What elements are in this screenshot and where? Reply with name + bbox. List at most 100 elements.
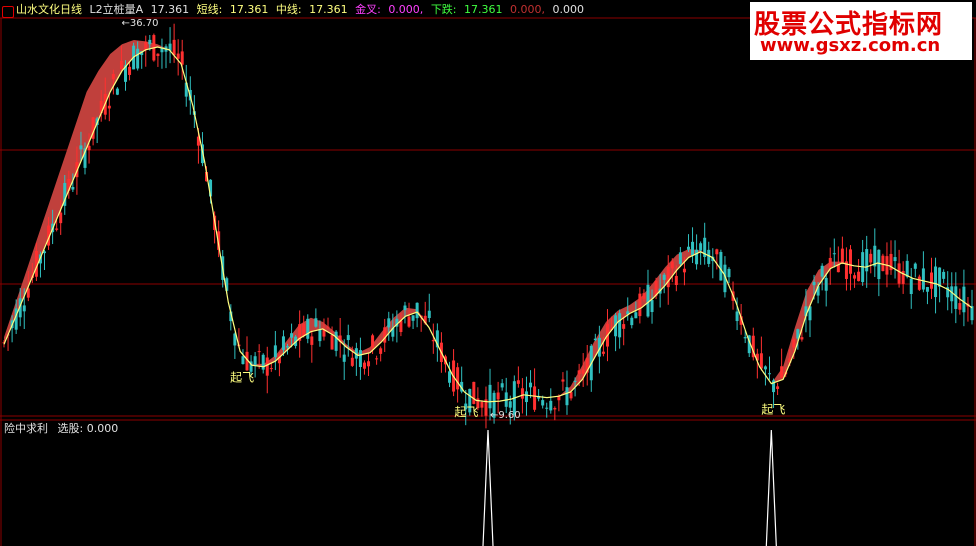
golden-cross-label: 金叉:: [355, 3, 381, 16]
candle-body: [529, 382, 533, 388]
candle-body: [269, 368, 273, 370]
candle-body: [767, 373, 771, 375]
candle-body: [160, 48, 164, 53]
candle-body: [553, 408, 557, 410]
candle-body: [824, 277, 828, 291]
candle-body: [869, 253, 873, 263]
candle-body: [569, 392, 573, 399]
select-signal-spike: [482, 429, 494, 546]
candle-body: [573, 380, 577, 383]
candle-body: [735, 311, 739, 322]
candle-body: [865, 249, 869, 272]
candle-body: [917, 276, 921, 290]
candle-body: [670, 261, 674, 269]
candle-body: [759, 353, 763, 369]
candle-body: [427, 310, 431, 319]
candle-body: [897, 263, 901, 284]
short-line-value: 17.361: [229, 3, 269, 16]
candle-body: [727, 268, 731, 278]
candle-body: [456, 367, 460, 390]
candle-body: [686, 246, 690, 250]
candle-body: [358, 350, 362, 367]
candle-body: [533, 386, 537, 410]
candle-body: [929, 272, 933, 289]
mid-trend-line: [3, 46, 973, 403]
candle-body: [634, 312, 638, 319]
candle-body: [314, 318, 318, 327]
candle-body: [411, 315, 415, 321]
candle-body: [500, 383, 504, 388]
candle-body: [642, 293, 646, 299]
high-price-label: ←36.70: [121, 18, 158, 29]
candle-body: [682, 268, 686, 273]
candle-body: [707, 249, 711, 264]
low-price-label: ←9.60: [490, 410, 521, 421]
candle-body: [913, 263, 917, 269]
settings-icon[interactable]: [2, 6, 14, 18]
candle-body: [128, 66, 132, 75]
candle-body: [334, 331, 338, 351]
candle-body: [678, 252, 682, 264]
candle-body: [176, 53, 180, 59]
candle-body: [257, 351, 261, 353]
candle-body: [253, 356, 257, 366]
candle-body: [593, 338, 597, 341]
candle-body: [261, 354, 265, 370]
candle-body: [541, 400, 545, 406]
mid-line-label: 中线:: [275, 3, 302, 16]
candle-body: [318, 329, 322, 342]
fall-value: 17.361: [464, 3, 503, 16]
golden-cross-value: 0.000,: [388, 3, 424, 16]
candle-body: [79, 145, 83, 150]
candle-body: [326, 326, 330, 328]
candle-body: [330, 334, 334, 350]
candle-body: [379, 348, 383, 354]
candle-body: [302, 323, 306, 336]
candle-body: [286, 346, 290, 348]
candle-body: [743, 337, 747, 339]
candle-body: [699, 243, 703, 251]
candle-body: [407, 316, 411, 327]
candle-body: [71, 186, 75, 190]
candle-body: [577, 370, 581, 375]
candle-body: [674, 275, 678, 286]
candle-body: [828, 257, 832, 268]
candle-body: [480, 401, 484, 408]
candle-body: [367, 361, 371, 367]
select-signal-spike: [765, 429, 777, 546]
candle-body: [618, 313, 622, 338]
candle-body: [934, 266, 938, 298]
candle-body: [172, 39, 176, 56]
candle-body: [646, 284, 650, 317]
candle-body: [938, 267, 942, 287]
short-line-label: 短线:: [196, 3, 223, 16]
candle-body: [545, 407, 549, 409]
watermark-logo: 股票公式指标网 www.gsxz.com.cn: [750, 2, 972, 60]
candle-body: [954, 286, 958, 309]
candle-body: [403, 305, 407, 311]
candle-body: [496, 392, 500, 400]
candle-body: [375, 358, 379, 360]
candle-body: [581, 369, 585, 374]
candle-body: [516, 380, 520, 384]
candle-body: [561, 379, 565, 382]
candle-body: [508, 401, 512, 408]
candle-body: [156, 53, 160, 57]
candle-body: [148, 39, 152, 45]
candle-body: [812, 281, 816, 286]
candle-body: [638, 293, 642, 317]
candle-body: [853, 275, 857, 279]
candlestick-chart: ←36.70←9.60起飞起飞 起飞: [0, 17, 976, 546]
candle-body: [905, 260, 909, 277]
candle-body: [832, 253, 836, 255]
candle-body: [59, 212, 63, 224]
fall-label: 下跌:: [430, 3, 457, 16]
candle-body: [87, 145, 91, 151]
candle-body: [970, 306, 974, 321]
chart-title: 山水文化日线: [16, 3, 82, 16]
candle-body: [630, 317, 634, 326]
candle-body: [136, 48, 140, 69]
logo-url: www.gsxz.com.cn: [760, 35, 941, 56]
candle-body: [565, 387, 569, 406]
candle-body: [800, 337, 804, 340]
